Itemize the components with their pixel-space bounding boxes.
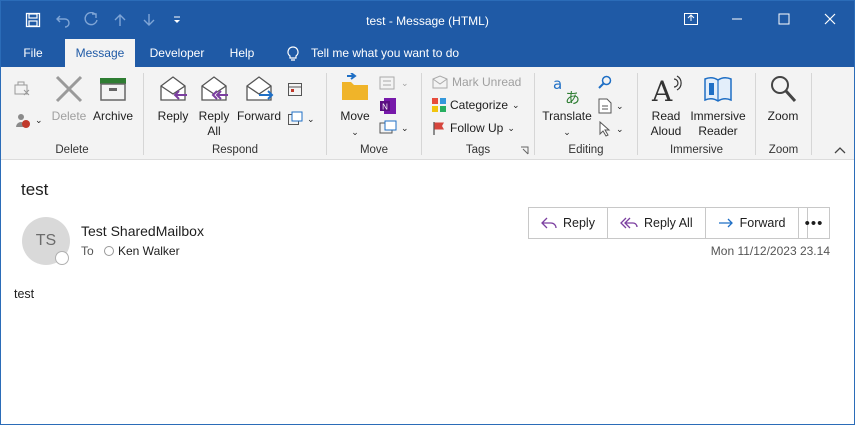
follow-up-button[interactable]: Follow Up ⌄ xyxy=(432,121,515,135)
envelope-icon xyxy=(432,75,448,89)
message-body: test xyxy=(14,287,35,301)
tell-me-search[interactable]: Tell me what you want to do xyxy=(311,39,459,67)
ignore-icon[interactable] xyxy=(13,79,31,97)
categorize-button[interactable]: Categorize ⌄ xyxy=(432,98,520,112)
group-separator xyxy=(534,73,535,155)
group-separator xyxy=(326,73,327,155)
cleanup-icon[interactable]: ⌄ xyxy=(13,111,43,129)
reply-icon xyxy=(160,76,187,101)
group-label-respond: Respond xyxy=(211,144,259,156)
svg-text:a: a xyxy=(553,75,562,93)
group-label-zoom: Zoom xyxy=(768,144,799,156)
recipient-name: Ken Walker xyxy=(118,244,180,258)
mark-unread-button[interactable]: Mark Unread xyxy=(432,75,521,89)
minimize-button[interactable] xyxy=(714,1,760,37)
forward-arrow-icon xyxy=(718,218,733,228)
tab-developer[interactable]: Developer xyxy=(142,39,212,67)
ribbon: ⌄ Delete Archive Delete Reply Reply All … xyxy=(1,67,854,160)
reply-all-button[interactable]: Reply All xyxy=(194,73,234,139)
more-respond-icon[interactable]: ⌄ xyxy=(287,111,315,127)
group-label-tags: Tags xyxy=(465,144,491,156)
message-actions: Reply Reply All Forward xyxy=(528,207,809,239)
immersive-reader-icon xyxy=(704,76,732,102)
group-label-immersive: Immersive xyxy=(669,144,724,156)
group-label-delete: Delete xyxy=(55,144,89,156)
group-separator xyxy=(637,73,638,155)
message-date: Mon 11/12/2023 23.14 xyxy=(710,244,830,258)
flag-icon xyxy=(433,122,444,135)
outlook-message-window: test - Message (HTML) File Message Devel… xyxy=(0,0,855,425)
categorize-icon xyxy=(432,98,446,112)
ribbon-display-options-icon[interactable] xyxy=(668,1,714,37)
forward-button[interactable]: Forward xyxy=(235,73,283,124)
archive-button[interactable]: Archive xyxy=(91,73,135,124)
lightbulb-icon xyxy=(283,39,303,67)
reply-arrow-icon xyxy=(541,217,557,229)
reply-all-icon xyxy=(201,76,228,101)
group-separator xyxy=(811,73,812,155)
find-icon[interactable] xyxy=(598,75,612,89)
tab-file[interactable]: File xyxy=(13,39,53,67)
translate-button[interactable]: aあ Translate ⌄ xyxy=(541,73,593,140)
more-actions-button[interactable]: ••• xyxy=(798,207,830,239)
read-aloud-button[interactable]: A Read Aloud xyxy=(645,73,687,139)
translate-icon: aあ xyxy=(553,75,580,105)
group-separator xyxy=(421,73,422,155)
select-icon[interactable]: ⌄ xyxy=(598,121,624,137)
group-label-move: Move xyxy=(359,144,389,156)
magnifier-icon xyxy=(771,76,797,103)
actions-icon[interactable]: ⌄ xyxy=(379,120,409,136)
forward-icon xyxy=(246,76,274,101)
tab-message[interactable]: Message xyxy=(65,39,135,67)
to-label: To xyxy=(81,244,94,258)
reply-button[interactable]: Reply xyxy=(153,73,193,124)
presence-status-icon xyxy=(104,246,114,256)
sender-name[interactable]: Test SharedMailbox xyxy=(81,223,204,239)
recipient[interactable]: Ken Walker xyxy=(104,244,180,258)
ribbon-tabs: File Message Developer Help Tell me what… xyxy=(1,39,854,67)
read-aloud-icon: A xyxy=(651,75,682,105)
forward-action-button[interactable]: Forward xyxy=(706,208,808,238)
svg-text:あ: あ xyxy=(565,89,580,105)
svg-text:N: N xyxy=(382,103,388,112)
group-separator xyxy=(755,73,756,155)
move-folder-icon xyxy=(342,73,368,100)
maximize-button[interactable] xyxy=(761,1,807,37)
archive-icon xyxy=(100,78,126,101)
message-subject: test xyxy=(21,180,49,199)
title-bar: test - Message (HTML) xyxy=(1,1,854,39)
group-label-editing: Editing xyxy=(568,144,604,156)
move-button[interactable]: Move ⌄ xyxy=(335,73,375,140)
collapse-ribbon-icon[interactable] xyxy=(834,146,846,154)
reply-action-button[interactable]: Reply xyxy=(529,208,608,238)
immersive-reader-button[interactable]: Immersive Reader xyxy=(689,73,747,139)
onenote-icon[interactable]: N xyxy=(379,97,397,115)
related-icon[interactable]: ⌄ xyxy=(598,98,624,114)
reply-all-arrow-icon xyxy=(620,217,638,229)
delete-icon xyxy=(55,75,83,103)
rules-icon[interactable]: ⌄ xyxy=(379,75,409,91)
delete-button[interactable]: Delete xyxy=(51,73,87,124)
close-button[interactable] xyxy=(807,1,853,37)
reply-all-action-button[interactable]: Reply All xyxy=(608,208,706,238)
meeting-reply-icon[interactable] xyxy=(287,81,303,97)
zoom-button[interactable]: Zoom xyxy=(763,73,803,124)
svg-text:A: A xyxy=(651,75,673,105)
group-separator xyxy=(143,73,144,155)
tab-help[interactable]: Help xyxy=(220,39,264,67)
reading-pane: test TS Test SharedMailbox To Ken Walker… xyxy=(1,160,854,424)
presence-status-icon xyxy=(55,251,69,265)
